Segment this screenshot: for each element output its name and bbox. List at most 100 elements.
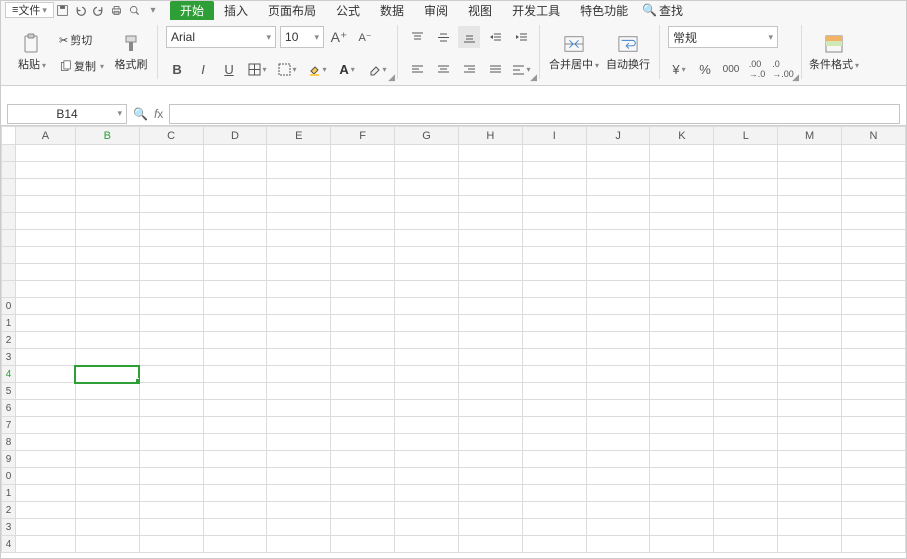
cell[interactable] [15,298,75,315]
row-header[interactable] [2,162,16,179]
cell[interactable] [842,349,906,366]
cell[interactable] [458,264,522,281]
cell[interactable] [139,298,203,315]
cell[interactable] [714,468,778,485]
cell[interactable] [522,213,586,230]
cell[interactable] [395,196,459,213]
qat-undo-icon[interactable] [72,2,90,18]
align-left-button[interactable] [406,58,428,80]
cell[interactable] [458,162,522,179]
row-header[interactable] [2,179,16,196]
cell[interactable] [15,502,75,519]
cell[interactable] [203,536,267,553]
cell[interactable] [15,230,75,247]
cell[interactable] [267,230,331,247]
spreadsheet-grid[interactable]: ABCDEFGHIJKLMN012345678901234 [1,126,906,558]
cell[interactable] [203,213,267,230]
cell[interactable] [778,315,842,332]
cell[interactable] [75,213,139,230]
tab-view[interactable]: 视图 [458,1,502,20]
cell[interactable] [139,264,203,281]
qat-save-icon[interactable] [54,2,72,18]
cell[interactable] [75,366,139,383]
cell[interactable] [15,400,75,417]
zoom-icon[interactable]: 🔍 [133,107,148,121]
cell[interactable] [395,485,459,502]
cell[interactable] [458,247,522,264]
cell[interactable] [395,332,459,349]
cell[interactable] [75,315,139,332]
cell[interactable] [586,315,650,332]
cell[interactable] [650,145,714,162]
cell[interactable] [15,434,75,451]
cell[interactable] [139,536,203,553]
cell[interactable] [842,502,906,519]
row-header[interactable]: 4 [2,366,16,383]
row-header[interactable]: 4 [2,536,16,553]
cell[interactable] [650,213,714,230]
cell[interactable] [75,349,139,366]
cell[interactable] [586,179,650,196]
cell[interactable] [650,468,714,485]
cell[interactable] [395,230,459,247]
align-top-button[interactable] [406,26,428,48]
cell[interactable] [75,468,139,485]
cell[interactable] [15,281,75,298]
cell[interactable] [139,145,203,162]
cell[interactable] [139,400,203,417]
paste-button[interactable]: 粘贴 [13,25,51,81]
cell[interactable] [650,485,714,502]
column-header-L[interactable]: L [714,127,778,145]
cell[interactable] [586,434,650,451]
column-header-E[interactable]: E [267,127,331,145]
cell[interactable] [522,179,586,196]
cell[interactable] [458,366,522,383]
cell[interactable] [331,315,395,332]
tab-review[interactable]: 审阅 [414,1,458,20]
cell[interactable] [203,519,267,536]
cell[interactable] [75,451,139,468]
cell[interactable] [778,383,842,400]
cell[interactable] [458,145,522,162]
number-group-launcher[interactable]: ◢ [792,72,799,83]
cell[interactable] [650,315,714,332]
cell[interactable] [586,451,650,468]
row-header[interactable] [2,264,16,281]
cell[interactable] [75,247,139,264]
italic-button[interactable]: I [192,58,214,80]
cell[interactable] [842,468,906,485]
cell[interactable] [75,434,139,451]
cell[interactable] [522,536,586,553]
cell[interactable] [714,281,778,298]
column-header-C[interactable]: C [139,127,203,145]
cell[interactable] [267,434,331,451]
cell[interactable] [522,281,586,298]
percent-button[interactable]: % [694,58,716,80]
row-header[interactable]: 6 [2,400,16,417]
cell[interactable] [650,536,714,553]
cell[interactable] [778,281,842,298]
name-box[interactable]: B14 ▾ [7,104,127,124]
qat-redo-icon[interactable] [90,2,108,18]
cell[interactable] [458,502,522,519]
column-header-N[interactable]: N [842,127,906,145]
cell[interactable] [714,264,778,281]
cell[interactable] [331,247,395,264]
cell[interactable] [522,162,586,179]
cell[interactable] [267,298,331,315]
file-menu[interactable]: ≡ 文件 ▾ [5,2,54,18]
cell[interactable] [267,400,331,417]
cell[interactable] [650,519,714,536]
cell[interactable] [331,536,395,553]
row-header[interactable]: 1 [2,485,16,502]
formula-input[interactable] [169,104,900,124]
qat-more-icon[interactable]: ▾ [144,2,162,18]
cell[interactable] [650,502,714,519]
cell[interactable] [15,247,75,264]
cell[interactable] [395,247,459,264]
row-header[interactable]: 8 [2,434,16,451]
tab-pagelayout[interactable]: 页面布局 [258,1,326,20]
cell[interactable] [395,366,459,383]
orientation-button[interactable] [510,58,532,80]
tab-features[interactable]: 特色功能 [570,1,638,20]
